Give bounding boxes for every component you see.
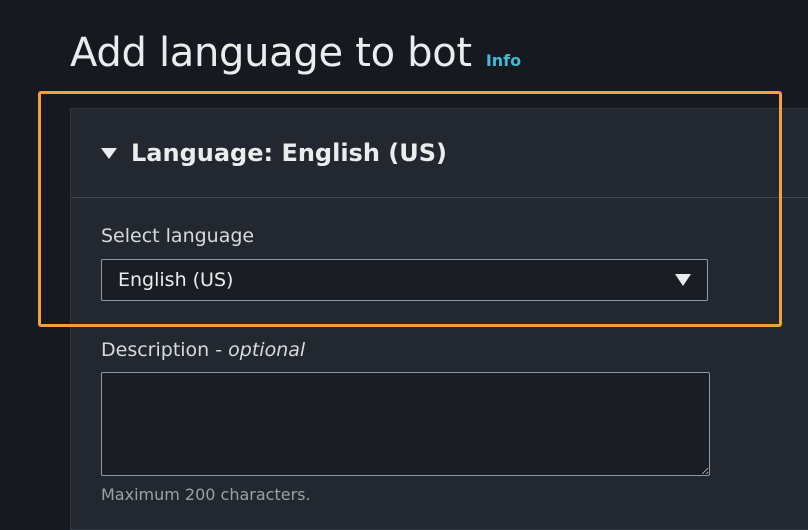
select-language-label: Select language	[101, 225, 255, 247]
info-link[interactable]: Info	[486, 51, 521, 70]
language-select[interactable]: English (US)	[101, 259, 708, 301]
caret-down-icon	[101, 147, 117, 159]
language-panel-header[interactable]: Language: English (US)	[71, 109, 808, 198]
description-textarea[interactable]	[101, 372, 710, 476]
description-label: Description - optional	[101, 339, 305, 361]
dropdown-arrow-icon	[675, 274, 691, 286]
optional-text: optional	[228, 339, 306, 361]
description-hint: Maximum 200 characters.	[101, 485, 311, 504]
description-label-text: Description -	[101, 339, 229, 361]
page-header: Add language to bot Info	[70, 30, 521, 76]
language-select-value: English (US)	[118, 269, 234, 291]
panel-title: Language: English (US)	[131, 139, 447, 167]
page-title: Add language to bot	[70, 30, 472, 76]
language-panel: Language: English (US) Select language E…	[70, 108, 808, 530]
